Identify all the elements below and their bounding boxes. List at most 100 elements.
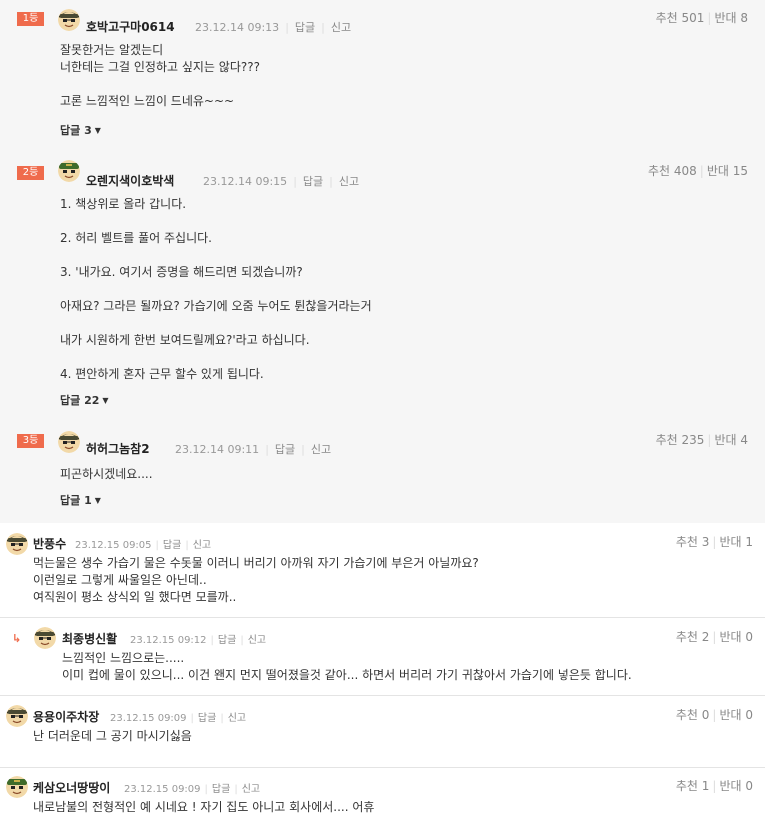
comment-meta: 23.12.14 09:13 | 답글 | 신고 — [195, 21, 352, 34]
comment-date: 23.12.15 09:09 — [110, 713, 187, 724]
vote-counts: 추천 408 | 반대 15 — [647, 164, 748, 178]
comment-line: 3. '내가요. 여기서 증명을 해드리면 되겠습니까? — [60, 265, 303, 279]
comment-date: 23.12.15 09:12 — [130, 635, 207, 646]
downvote-button[interactable]: 반대 0 — [719, 630, 753, 644]
comment-line: 1. 책상위로 올라 갑니다. — [60, 197, 187, 211]
vote-counts: 추천 3 | 반대 1 — [675, 535, 753, 549]
comment-nickname[interactable]: 호박고구마0614 — [86, 18, 175, 35]
comment-line: 내가 시원하게 한번 보여드릴께요?'라고 하십니다. — [60, 333, 310, 347]
comment-line: 잘못한거는 알겠는디 — [60, 43, 164, 57]
reply-button[interactable]: 답글 — [303, 175, 323, 188]
vote-counts: 추천 235 | 반대 4 — [655, 433, 748, 447]
comment-nickname[interactable]: 케삼오너땅땅이 — [33, 779, 110, 796]
comment-body: 난 더러운데 그 공기 마시기싫음 — [33, 728, 192, 745]
report-button[interactable]: 신고 — [242, 784, 260, 795]
comment-body: 잘못한거는 알겠는디 너한테는 그걸 인정하고 싶지는 않다??? 고론 느낌적… — [60, 42, 260, 110]
replies-toggle[interactable]: 답글 22 ▼ — [60, 392, 109, 408]
comment-meta: 23.12.15 09:12 | 답글 | 신고 — [130, 635, 267, 646]
rank-badge: 2등 — [17, 166, 44, 180]
report-button[interactable]: 신고 — [228, 713, 246, 724]
comment-date: 23.12.14 09:11 — [175, 443, 260, 456]
downvote-button[interactable]: 반대 8 — [714, 11, 748, 25]
comment-nickname[interactable]: 허허그놈참2 — [86, 440, 150, 457]
comment-line: 여직원이 평소 상식외 일 했다면 모를까.. — [33, 590, 237, 604]
upvote-button[interactable]: 추천 0 — [676, 708, 710, 722]
downvote-button[interactable]: 반대 15 — [707, 164, 748, 178]
replies-count: 답글 22 — [60, 394, 100, 407]
comment-line: 난 더러운데 그 공기 마시기싫음 — [33, 729, 192, 743]
comment-line: 먹는물은 생수 가습기 물은 수돗물 이러니 버리기 아까워 자기 가습기에 부… — [33, 556, 479, 570]
comment-meta: 23.12.15 09:09 | 답글 | 신고 — [124, 784, 261, 795]
rank-badge: 1등 — [17, 12, 44, 26]
vote-counts: 추천 2 | 반대 0 — [675, 630, 753, 644]
replies-toggle[interactable]: 답글 3 ▼ — [60, 122, 101, 138]
comment-line: 고론 느낌적인 느낌이 드네유~~~ — [60, 94, 235, 108]
report-button[interactable]: 신고 — [193, 540, 211, 551]
avatar[interactable] — [6, 533, 28, 555]
vote-counts: 추천 1 | 반대 0 — [675, 779, 753, 793]
comment-line: 느낌적인 느낌으로는..... — [62, 651, 185, 665]
upvote-button[interactable]: 추천 3 — [676, 535, 710, 549]
downvote-button[interactable]: 반대 0 — [719, 779, 753, 793]
comment-meta: 23.12.15 09:05 | 답글 | 신고 — [75, 540, 212, 551]
comment-nickname[interactable]: 용용이주차장 — [33, 708, 99, 725]
comment-line: 2. 허리 벨트를 풀어 주십니다. — [60, 231, 212, 245]
reply-button[interactable]: 답글 — [198, 713, 216, 724]
comment-nickname[interactable]: 최종병신활 — [62, 630, 117, 647]
comment-line: 이미 컵에 물이 있으니... 이건 왠지 먼지 떨어졌을것 같아... 하면서… — [62, 668, 632, 682]
best-comment-2: 2등 오렌지색이호박색 23.12.14 09:15 | 답글 | 신고 추천 408 |… — [0, 162, 765, 422]
comment-item: 케삼오너땅땅이 23.12.15 09:09 | 답글 | 신고 추천 1 | 반대 0 내… — [0, 768, 765, 835]
comment-body: 1. 책상위로 올라 갑니다. 2. 허리 벨트를 풀어 주십니다. 3. '내… — [60, 196, 372, 383]
comment-meta: 23.12.15 09:09 | 답글 | 신고 — [110, 713, 247, 724]
avatar[interactable] — [58, 160, 80, 182]
comment-body: 내로남불의 전형적인 예 시네요 ! 자기 집도 아니고 회사에서.... 어휴 — [33, 799, 374, 816]
caret-down-icon: ▼ — [94, 496, 101, 505]
comment-line: 내로남불의 전형적인 예 시네요 ! 자기 집도 아니고 회사에서.... 어휴 — [33, 800, 375, 814]
avatar[interactable] — [58, 431, 80, 453]
vote-counts: 추천 501 | 반대 8 — [655, 11, 748, 25]
reply-button[interactable]: 답글 — [212, 784, 230, 795]
comment-meta: 23.12.14 09:15 | 답글 | 신고 — [203, 175, 360, 188]
comment-reply-item: ↳ 최종병신활 23.12.15 09:12 | 답글 | 신고 추천 2 | 반대 0 느… — [0, 618, 765, 696]
comment-body: 느낌적인 느낌으로는..... 이미 컵에 물이 있으니... 이건 왠지 먼지… — [62, 650, 632, 684]
upvote-button[interactable]: 추천 408 — [648, 164, 697, 178]
avatar[interactable] — [58, 9, 80, 31]
report-button[interactable]: 신고 — [248, 635, 266, 646]
comment-line: 4. 편안하게 혼자 근무 할수 있게 됩니다. — [60, 367, 264, 381]
downvote-button[interactable]: 반대 4 — [714, 433, 748, 447]
comment-line: 이런일로 그렇게 싸울일은 아닌데.. — [33, 573, 207, 587]
report-button[interactable]: 신고 — [331, 21, 351, 34]
comment-meta: 23.12.14 09:11 | 답글 | 신고 — [175, 443, 332, 456]
comment-line: 너한테는 그걸 인정하고 싶지는 않다??? — [60, 60, 260, 74]
comment-item: 용용이주차장 23.12.15 09:09 | 답글 | 신고 추천 0 | 반대 0 난 … — [0, 696, 765, 768]
replies-count: 답글 1 — [60, 494, 92, 507]
upvote-button[interactable]: 추천 2 — [676, 630, 710, 644]
report-button[interactable]: 신고 — [339, 175, 359, 188]
upvote-button[interactable]: 추천 235 — [656, 433, 705, 447]
vote-counts: 추천 0 | 반대 0 — [675, 708, 753, 722]
replies-count: 답글 3 — [60, 124, 92, 137]
best-comment-1: 1등 호박고구마0614 23.12.14 09:13 | 답글 | 신고 추천 501… — [0, 0, 765, 162]
comment-nickname[interactable]: 오렌지색이호박색 — [86, 172, 174, 189]
report-button[interactable]: 신고 — [311, 443, 331, 456]
upvote-button[interactable]: 추천 501 — [656, 11, 705, 25]
avatar[interactable] — [6, 776, 28, 798]
best-comment-3: 3등 허허그놈참2 23.12.14 09:11 | 답글 | 신고 추천 235 | 반대… — [0, 422, 765, 523]
comment-date: 23.12.14 09:15 — [203, 175, 288, 188]
reply-button[interactable]: 답글 — [295, 21, 315, 34]
avatar[interactable] — [34, 627, 56, 649]
comment-date: 23.12.14 09:13 — [195, 21, 280, 34]
comment-body: 먹는물은 생수 가습기 물은 수돗물 이러니 버리기 아까워 자기 가습기에 부… — [33, 555, 479, 606]
downvote-button[interactable]: 반대 1 — [719, 535, 753, 549]
reply-button[interactable]: 답글 — [163, 540, 181, 551]
reply-button[interactable]: 답글 — [218, 635, 236, 646]
comment-line: 아재요? 그라믄 될까요? 가습기에 오줌 누어도 튄찮을거라는거 — [60, 299, 372, 313]
comment-item: 반풍수 23.12.15 09:05 | 답글 | 신고 추천 3 | 반대 1 먹는물은 … — [0, 523, 765, 618]
avatar[interactable] — [6, 705, 28, 727]
upvote-button[interactable]: 추천 1 — [676, 779, 710, 793]
downvote-button[interactable]: 반대 0 — [719, 708, 753, 722]
comment-line: 피곤하시겠네요.... — [60, 467, 153, 481]
reply-button[interactable]: 답글 — [275, 443, 295, 456]
replies-toggle[interactable]: 답글 1 ▼ — [60, 492, 101, 508]
comment-nickname[interactable]: 반풍수 — [33, 535, 66, 552]
